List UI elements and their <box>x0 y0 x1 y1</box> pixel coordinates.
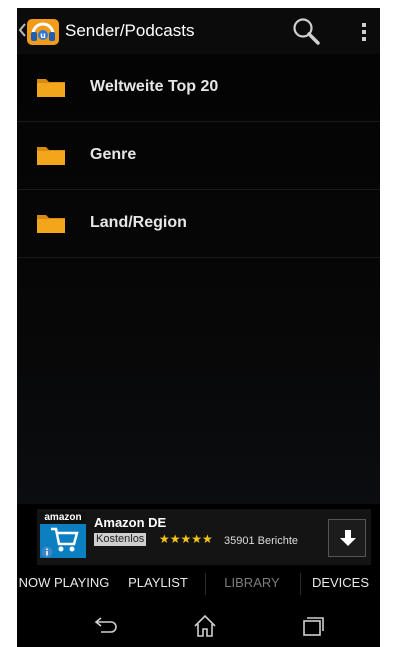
ad-rating-stars: ★★★★★ <box>159 532 213 546</box>
download-arrow-icon <box>340 530 356 546</box>
list-item-label: Weltweite Top 20 <box>90 78 219 95</box>
tab-now-playing[interactable]: NOW PLAYING <box>17 569 111 597</box>
tab-playlist[interactable]: PLAYLIST <box>113 569 203 597</box>
tab-devices[interactable]: DEVICES <box>301 569 380 597</box>
tab-bar: NOW PLAYING PLAYLIST LIBRARY DEVICES <box>17 569 380 597</box>
tab-library[interactable]: LIBRARY <box>206 569 298 597</box>
phone-screen: u Sender/Podcasts Weltweite Top 20 Genre… <box>17 8 380 647</box>
svg-text:u: u <box>40 31 46 40</box>
list-item-label: Genre <box>90 146 137 163</box>
system-navigation-bar <box>17 605 380 647</box>
list-item[interactable]: Land/Region <box>17 190 380 258</box>
action-bar: u Sender/Podcasts <box>17 8 380 54</box>
folder-icon <box>36 144 66 166</box>
list-item-label: Land/Region <box>90 214 187 231</box>
ad-price-badge: Kostenlos <box>94 533 147 546</box>
folder-list: Weltweite Top 20 Genre Land/Region <box>17 54 380 504</box>
ad-brand-label: amazon <box>40 512 86 524</box>
list-item[interactable]: Genre <box>17 122 380 190</box>
ad-info-icon[interactable] <box>41 545 53 558</box>
page-title: Sender/Podcasts <box>65 21 195 40</box>
app-logo-icon[interactable]: u <box>26 17 60 47</box>
recent-apps-icon[interactable] <box>295 613 331 639</box>
home-icon[interactable] <box>187 613 223 639</box>
overflow-menu-icon[interactable] <box>353 16 375 48</box>
ad-title: Amazon DE <box>94 515 167 530</box>
ad-review-count: 35901 Berichte <box>224 535 298 547</box>
search-icon[interactable] <box>289 16 325 48</box>
folder-icon <box>36 76 66 98</box>
ad-banner[interactable]: amazon Amazon DE Kostenlos ★★★★★ 35901 B… <box>37 509 371 565</box>
shopping-cart-icon <box>51 527 79 552</box>
download-button[interactable] <box>328 519 366 557</box>
list-item[interactable]: Weltweite Top 20 <box>17 54 380 122</box>
back-icon[interactable] <box>87 613 123 639</box>
folder-icon <box>36 212 66 234</box>
